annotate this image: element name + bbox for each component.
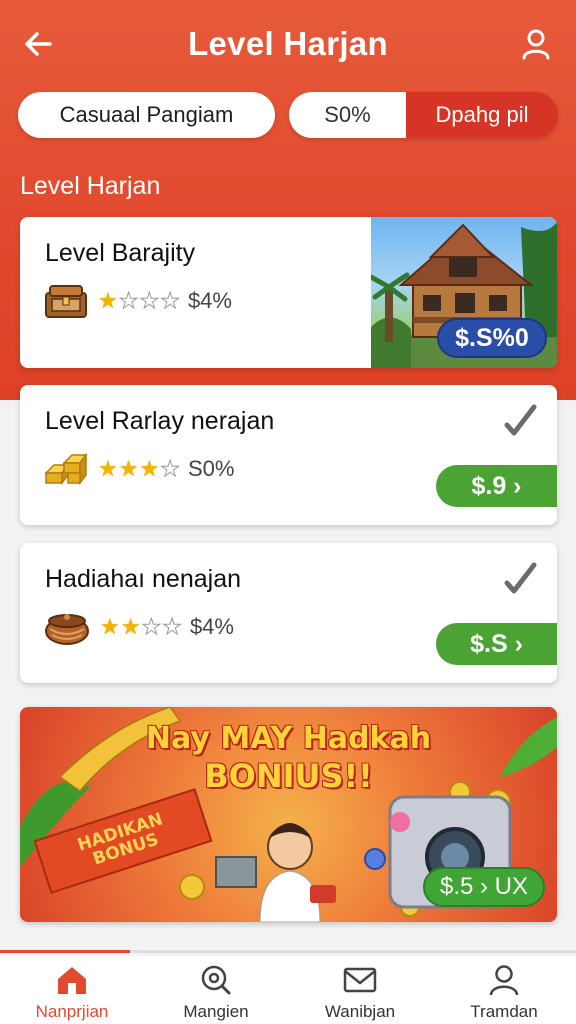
star-icon: ★ xyxy=(160,456,181,481)
star-icon: ★ xyxy=(160,288,181,313)
level-card[interactable]: Hadiahaı nenajan ★ ★ ★ ★ $4% $.S › xyxy=(20,543,557,683)
star-icon: ★ xyxy=(98,456,118,481)
star-icon: ★ xyxy=(139,456,160,481)
star-icon: ★ xyxy=(120,614,141,639)
profile-button[interactable] xyxy=(518,26,554,62)
home-icon xyxy=(58,967,86,994)
scroll-indicator xyxy=(0,950,130,953)
section-title: Level Harjan xyxy=(20,172,161,200)
search-icon xyxy=(201,965,231,995)
nav-item-profile[interactable]: Tramdan xyxy=(432,956,576,1024)
casual-filter-button[interactable]: Casuaal Pangiam xyxy=(18,92,275,138)
price-badge[interactable]: $.S%0 xyxy=(437,318,547,358)
star-icon: ★ xyxy=(118,288,139,313)
dpahg-segment[interactable]: Dpahg pil xyxy=(406,92,558,138)
nav-label: Nanprjian xyxy=(35,1002,109,1021)
level-percent: $4% xyxy=(187,288,232,313)
nav-item-home[interactable]: Nanprjian xyxy=(0,956,144,1024)
star-icon: ★ xyxy=(118,456,139,481)
level-percent: $4% xyxy=(189,614,234,639)
star-icon: ★ xyxy=(98,288,118,313)
treasure-pot-icon xyxy=(45,614,89,645)
level-card[interactable]: Level Rarlay nerajan ★ ★ ★ ★ S0% $.9 › xyxy=(20,385,557,525)
rating-stars: ★ ★ ★ ★ xyxy=(98,456,181,481)
user-icon xyxy=(522,29,550,60)
nav-label: Mangien xyxy=(183,1002,249,1021)
level-title-text: Hadiahaı nenajan xyxy=(45,565,241,593)
nav-item-search[interactable]: Mangien xyxy=(144,956,288,1024)
star-icon: ★ xyxy=(139,288,160,313)
nav-label: Tramdan xyxy=(470,1002,538,1021)
level-percent: S0% xyxy=(187,456,235,481)
level-meta: ★ ★ ★ ★ $4% xyxy=(44,609,234,645)
star-icon: ★ xyxy=(162,614,183,639)
back-button[interactable] xyxy=(20,26,56,62)
price-badge[interactable]: $.S › xyxy=(436,623,557,665)
level-meta: ★ ★ ★ ★ $4% xyxy=(44,283,232,319)
level-title: Level Rarlay nerajan xyxy=(45,407,275,435)
bottom-navigation: Nanprjian Mangien Wanibjan Tramdan xyxy=(0,956,576,1024)
banner-headline: Nay MAY Hadkah xyxy=(145,721,432,756)
rating-stars: ★ ★ ★ ★ xyxy=(98,288,181,313)
percent-segment[interactable]: S0% xyxy=(289,92,406,138)
gold-bars-icon xyxy=(44,452,88,486)
level-card[interactable]: Level Barajity ★ ★ ★ ★ $4% $.S%0 xyxy=(20,217,557,368)
star-icon: ★ xyxy=(100,614,120,639)
filter-bar: Casuaal Pangiam S0% Dpahg pil xyxy=(18,92,558,140)
mail-icon xyxy=(343,967,377,993)
segmented-control: S0% Dpahg pil xyxy=(289,92,558,138)
nav-item-messages[interactable]: Wanibjan xyxy=(288,956,432,1024)
level-title: Hadiahaı nenajan xyxy=(45,565,241,594)
star-icon: ★ xyxy=(141,614,162,639)
page-title: Level Harjan xyxy=(188,25,388,62)
nav-label: Wanibjan xyxy=(324,1002,396,1021)
rating-stars: ★ ★ ★ ★ xyxy=(100,614,183,639)
level-title: Level Barajity xyxy=(45,239,196,267)
price-badge[interactable]: $.9 › xyxy=(436,465,557,507)
check-icon xyxy=(504,404,537,436)
level-meta: ★ ★ ★ ★ S0% xyxy=(44,451,234,487)
treasure-chest-icon xyxy=(45,285,87,318)
user-icon xyxy=(489,965,519,996)
arrow-left-icon xyxy=(25,32,52,56)
bonus-banner[interactable]: Nay MAY Hadkah BONIUS!! HADIKAN BONUS $.… xyxy=(20,707,557,922)
check-icon xyxy=(504,562,537,594)
banner-subheadline: BONIUS!! xyxy=(204,757,373,795)
banner-cta-button[interactable]: $.5 › UX xyxy=(423,867,545,907)
app-header: Level Harjan xyxy=(0,0,576,90)
house-image: $.S%0 xyxy=(368,217,557,368)
